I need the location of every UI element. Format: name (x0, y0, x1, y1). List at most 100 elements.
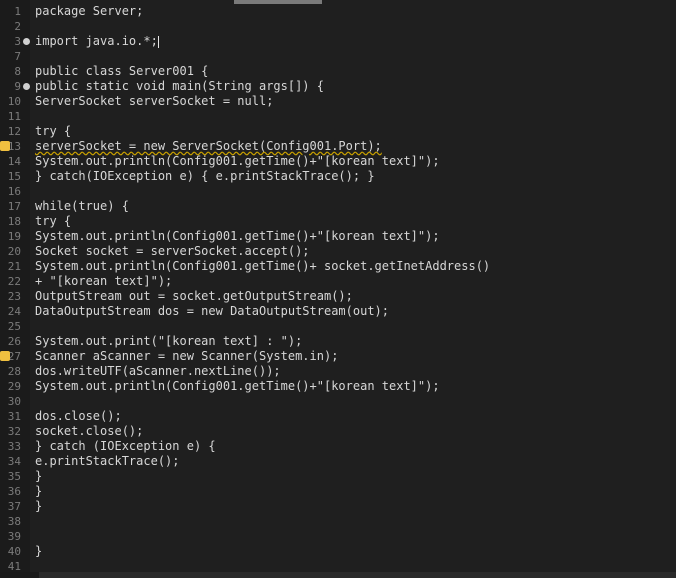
code-line[interactable]: 15 } catch(IOException e) { e.printStackT… (8, 169, 668, 184)
code-text: serverSocket = new ServerSocket(Config00… (35, 139, 382, 153)
code-text: System.out.println(Config001.getTime()+ … (35, 259, 491, 273)
line-number: 31 (7, 410, 21, 423)
code-text: try { (35, 214, 72, 228)
code-text: + "[korean text]"); (35, 274, 173, 288)
code-text: Socket socket = serverSocket.accept(); (35, 244, 310, 258)
line-number: 7 (14, 50, 21, 63)
code-text: System.out.println(Config001.getTime()+"… (35, 229, 440, 243)
line-number: 40 (7, 545, 21, 558)
code-text: } catch(IOException e) { e.printStackTra… (35, 169, 375, 183)
line-number: 21 (7, 260, 21, 273)
code-line[interactable]: 11 (8, 109, 668, 124)
code-line[interactable]: 14 System.out.println(Config001.getTime()… (8, 154, 668, 169)
code-text: } (35, 544, 43, 558)
code-line[interactable]: 37} (8, 499, 668, 514)
code-text: System.out.print("[korean text] : "); (35, 334, 303, 348)
code-text: DataOutputStream dos = new DataOutputStr… (35, 304, 390, 318)
line-number: 17 (7, 200, 21, 213)
code-line[interactable]: 33 } catch (IOException e) { (8, 439, 668, 454)
code-text: while(true) { (35, 199, 129, 213)
line-number: 39 (7, 530, 21, 543)
code-line[interactable]: 36} (8, 484, 668, 499)
code-text: socket.close(); (35, 424, 144, 438)
line-number: 26 (7, 335, 21, 348)
code-line[interactable]: 9 public static void main(String args[]) … (14, 79, 668, 94)
code-text: Scanner aScanner = new Scanner(System.in… (35, 349, 339, 363)
scrollbar-thumb[interactable] (39, 572, 676, 578)
code-line[interactable]: 10 ServerSocket serverSocket = null; (8, 94, 668, 109)
code-line[interactable]: 3 import java.io.*; (14, 34, 668, 49)
code-line[interactable]: 16 (8, 184, 668, 199)
line-number: 11 (7, 110, 21, 123)
code-lines[interactable]: 1 package Server; 2 3 import java.io.*; 7 … (0, 4, 668, 574)
code-line[interactable]: 22 + "[korean text]"); (8, 274, 668, 289)
fold-marker-icon[interactable] (23, 83, 30, 90)
line-number: 15 (7, 170, 21, 183)
code-line[interactable]: 40} (8, 544, 668, 559)
line-number: 28 (7, 365, 21, 378)
code-line[interactable]: 13 serverSocket = new ServerSocket(Config… (0, 139, 668, 154)
code-line[interactable]: 19 System.out.println(Config001.getTime()… (8, 229, 668, 244)
code-text: ServerSocket serverSocket = null; (35, 94, 274, 108)
line-number: 19 (7, 230, 21, 243)
line-number: 22 (7, 275, 21, 288)
code-line[interactable]: 21 System.out.println(Config001.getTime()… (8, 259, 668, 274)
code-line[interactable]: 23 OutputStream out = socket.getOutputStr… (8, 289, 668, 304)
line-number: 34 (7, 455, 21, 468)
code-line[interactable]: 39 (8, 529, 668, 544)
code-text: public class Server001 { (35, 64, 209, 78)
warning-icon[interactable] (0, 141, 10, 151)
code-line[interactable]: 20 Socket socket = serverSocket.accept(); (8, 244, 668, 259)
code-text: package Server; (35, 4, 144, 18)
line-number: 20 (7, 245, 21, 258)
line-number: 18 (7, 215, 21, 228)
line-number: 12 (7, 125, 21, 138)
fold-marker-icon[interactable] (23, 38, 30, 45)
caret (157, 35, 159, 48)
line-number: 1 (14, 5, 21, 18)
code-line[interactable]: 8 public class Server001 { (14, 64, 668, 79)
line-number: 37 (7, 500, 21, 513)
line-number: 23 (7, 290, 21, 303)
code-line[interactable]: 32 socket.close(); (8, 424, 668, 439)
line-number: 3 (14, 35, 21, 48)
code-text: } catch (IOException e) { (35, 439, 216, 453)
code-line[interactable]: 2 (14, 19, 668, 34)
code-line[interactable]: 25 (8, 319, 668, 334)
code-line[interactable]: 29 System.out.println(Config001.getTime()… (8, 379, 668, 394)
line-number: 10 (7, 95, 21, 108)
code-text: OutputStream out = socket.getOutputStrea… (35, 289, 353, 303)
code-line[interactable]: 28 dos.writeUTF(aScanner.nextLine()); (8, 364, 668, 379)
code-text: System.out.println(Config001.getTime()+"… (35, 154, 440, 168)
code-line[interactable]: 12 try { (8, 124, 668, 139)
line-number: 25 (7, 320, 21, 333)
warning-icon[interactable] (0, 351, 10, 361)
code-line[interactable]: 31 dos.close(); (8, 409, 668, 424)
code-line[interactable]: 1 package Server; (14, 4, 668, 19)
code-line[interactable]: 35} (8, 469, 668, 484)
line-number: 36 (7, 485, 21, 498)
line-number: 33 (7, 440, 21, 453)
code-text: dos.close(); (35, 409, 122, 423)
code-text: System.out.println(Config001.getTime()+"… (35, 379, 440, 393)
code-text: dos.writeUTF(aScanner.nextLine()); (35, 364, 281, 378)
code-line[interactable]: 7 (14, 49, 668, 64)
code-line[interactable]: 38 (8, 514, 668, 529)
code-text: } (35, 484, 43, 498)
line-number: 2 (14, 20, 21, 33)
code-line[interactable]: 24 DataOutputStream dos = new DataOutputS… (8, 304, 668, 319)
code-line[interactable]: 17 while(true) { (8, 199, 668, 214)
line-number: 29 (7, 380, 21, 393)
code-line[interactable]: 18 try { (8, 214, 668, 229)
code-line[interactable]: 27 Scanner aScanner = new Scanner(System.… (0, 349, 668, 364)
code-editor[interactable]: 1 package Server; 2 3 import java.io.*; 7 … (0, 0, 676, 578)
code-line[interactable]: 26 System.out.print("[korean text] : "); (8, 334, 668, 349)
line-number: 35 (7, 470, 21, 483)
code-text: import java.io.*; (35, 34, 158, 48)
line-number: 30 (7, 395, 21, 408)
line-number: 8 (14, 65, 21, 78)
line-number: 14 (7, 155, 21, 168)
code-line[interactable]: 30 (8, 394, 668, 409)
code-line[interactable]: 34 e.printStackTrace(); (8, 454, 668, 469)
code-text: } (35, 469, 43, 483)
